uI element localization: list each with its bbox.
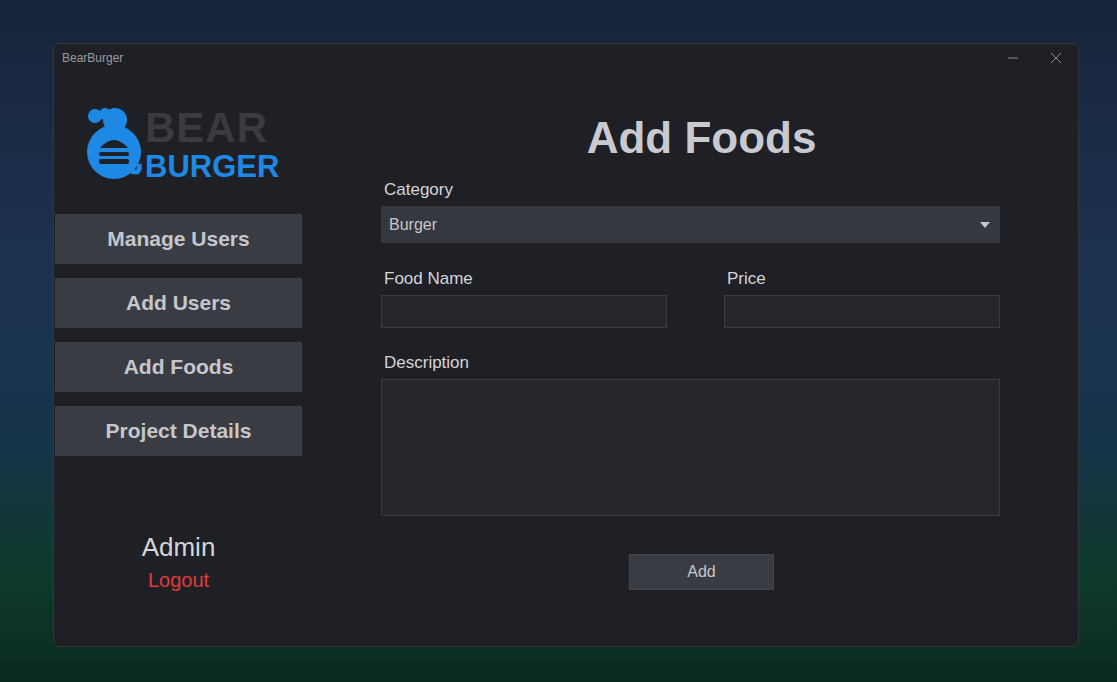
sidebar-menu: Manage Users Add Users Add Foods Project De… <box>55 214 302 456</box>
title-bar: BearBurger <box>54 44 1078 72</box>
sidebar-item[interactable]: Add Users <box>55 278 302 328</box>
logo-top-text: BEAR <box>145 107 279 149</box>
window-controls <box>1007 52 1062 64</box>
dropdown-arrow-icon <box>980 222 990 228</box>
window-title: BearBurger <box>62 51 123 65</box>
sidebar-item[interactable]: Manage Users <box>55 214 302 264</box>
food-name-label: Food Name <box>381 269 667 289</box>
category-label: Category <box>381 180 1000 200</box>
user-name: Admin <box>142 532 216 563</box>
user-panel: Admin Logout <box>55 532 302 592</box>
description-textarea[interactable] <box>381 379 1000 516</box>
app-window: BearBurger BEARBURGER Manage Users Add User… <box>53 43 1079 647</box>
add-button[interactable]: Add <box>629 554 774 590</box>
description-label: Description <box>381 353 1000 373</box>
close-icon[interactable] <box>1050 52 1062 64</box>
food-name-input[interactable] <box>381 295 667 328</box>
logout-link[interactable]: Logout <box>148 569 209 592</box>
sidebar-item[interactable]: Project Details <box>55 406 302 456</box>
bear-burger-icon <box>85 106 143 182</box>
category-select[interactable]: Burger <box>381 206 1000 243</box>
sidebar-item[interactable]: Add Foods <box>55 342 302 392</box>
page-title: Add Foods <box>381 112 1000 164</box>
minimize-icon[interactable] <box>1007 52 1019 64</box>
add-food-form: Add Foods Category Burger Food Name Price Des… <box>381 72 1000 646</box>
logo: BEARBURGER <box>85 106 302 182</box>
desktop: BearBurger BEARBURGER Manage Users Add User… <box>0 0 1117 682</box>
logo-bottom-text: BURGER <box>145 151 279 182</box>
sidebar: BEARBURGER Manage Users Add Users Add Foods… <box>55 72 302 646</box>
price-input[interactable] <box>724 295 1000 328</box>
price-label: Price <box>724 269 1000 289</box>
